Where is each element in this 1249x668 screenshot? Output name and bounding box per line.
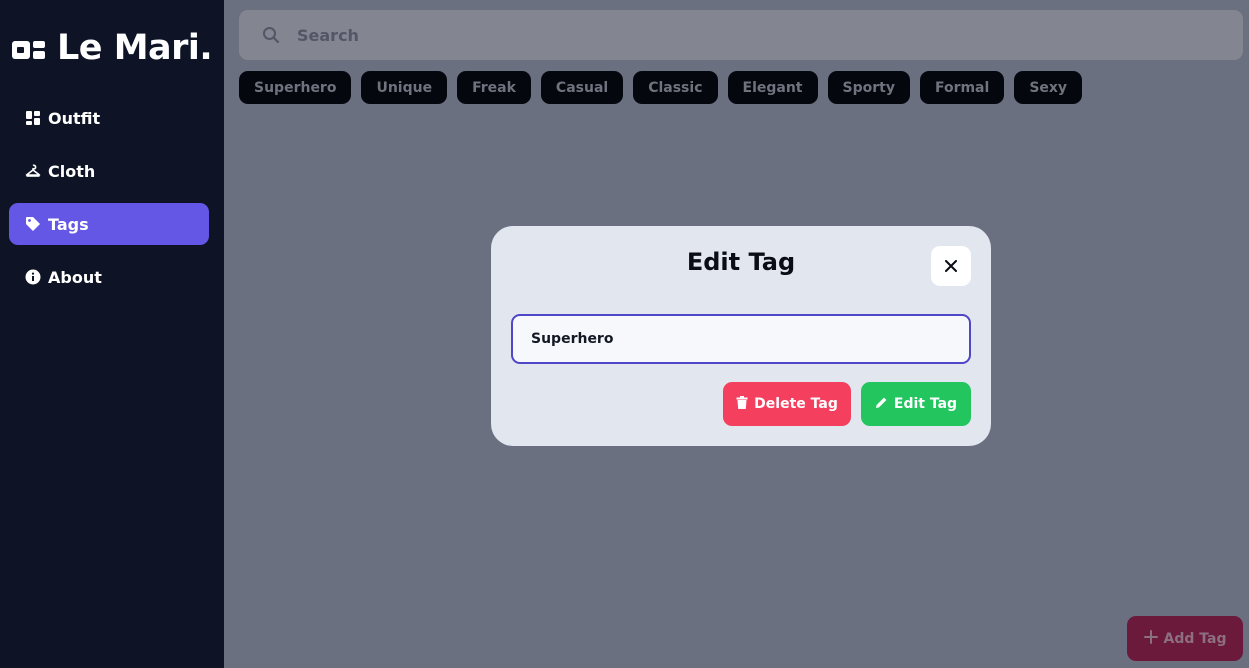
tag-chip-sexy[interactable]: Sexy xyxy=(1014,71,1083,104)
sidebar-nav: Outfit Cloth Tags About xyxy=(9,97,209,309)
add-tag-button[interactable]: Add Tag xyxy=(1127,616,1243,661)
tag-chip-formal[interactable]: Formal xyxy=(919,71,1005,104)
tag-list: Superhero Unique Freak Casual Classic El… xyxy=(239,71,1083,104)
sidebar-item-outfit[interactable]: Outfit xyxy=(9,97,209,139)
tag-chip-casual[interactable]: Casual xyxy=(540,71,624,104)
tag-chip-superhero[interactable]: Superhero xyxy=(239,71,352,104)
tag-chip-sporty[interactable]: Sporty xyxy=(827,71,910,104)
sidebar-item-about[interactable]: About xyxy=(9,256,209,298)
hanger-icon xyxy=(25,163,41,179)
sidebar: Le Mari. Outfit Cloth Tags About xyxy=(0,0,224,668)
plus-icon xyxy=(1143,629,1158,648)
info-icon xyxy=(25,269,41,285)
edit-tag-modal: Edit Tag Delete Tag Edit Tag xyxy=(491,226,991,446)
trash-icon xyxy=(736,395,748,413)
tag-chip-classic[interactable]: Classic xyxy=(633,71,718,104)
search-icon xyxy=(262,26,280,44)
logo-text: Le Mari. xyxy=(57,28,213,68)
logo-icon xyxy=(12,35,45,61)
edit-tag-button[interactable]: Edit Tag xyxy=(861,382,971,426)
add-tag-label: Add Tag xyxy=(1163,630,1227,647)
tag-icon xyxy=(25,216,41,232)
close-icon xyxy=(945,257,957,276)
modal-title: Edit Tag xyxy=(686,248,796,276)
sidebar-item-cloth[interactable]: Cloth xyxy=(9,150,209,192)
sidebar-item-label: Cloth xyxy=(48,161,96,181)
sidebar-item-tags[interactable]: Tags xyxy=(9,203,209,245)
tag-name-input[interactable] xyxy=(511,314,971,364)
search-input[interactable] xyxy=(297,10,1197,60)
tag-chip-elegant[interactable]: Elegant xyxy=(727,71,818,104)
dashboard-icon xyxy=(25,110,41,126)
pencil-icon xyxy=(875,396,888,413)
close-button[interactable] xyxy=(931,246,971,286)
tag-chip-unique[interactable]: Unique xyxy=(361,71,448,104)
delete-tag-button[interactable]: Delete Tag xyxy=(723,382,851,426)
tag-chip-freak[interactable]: Freak xyxy=(457,71,531,104)
sidebar-item-label: Tags xyxy=(48,214,89,234)
sidebar-item-label: About xyxy=(48,267,102,287)
delete-tag-label: Delete Tag xyxy=(754,396,838,412)
edit-tag-label: Edit Tag xyxy=(893,396,958,412)
search-bar xyxy=(239,10,1243,60)
sidebar-item-label: Outfit xyxy=(48,108,101,128)
logo[interactable]: Le Mari. xyxy=(12,28,213,68)
